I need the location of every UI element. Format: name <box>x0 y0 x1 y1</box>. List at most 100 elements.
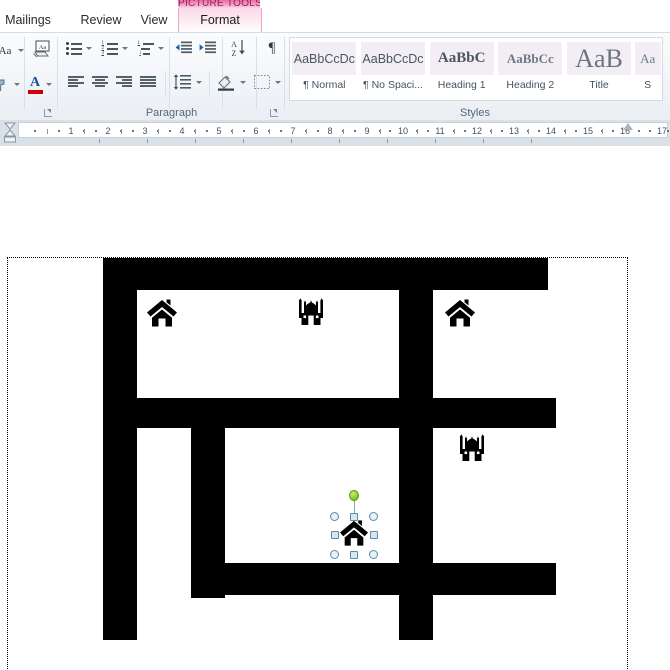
ribbon-group-paragraph: 123 1 i A Z ¶ Paragraph <box>58 33 285 121</box>
style-no-spacing-preview: AaBbCcDc <box>361 42 425 75</box>
svg-text:Z: Z <box>232 49 237 57</box>
svg-text:Aa: Aa <box>39 44 47 51</box>
contextual-tab-picture-tools[interactable]: PICTURE TOOLS <box>178 0 260 8</box>
multilevel-list-dropdown-icon[interactable] <box>156 43 166 53</box>
ruler-label-13: 13 <box>508 126 519 136</box>
style-heading-1-preview: AaBbC <box>429 42 494 75</box>
style-heading-1[interactable]: AaBbC Heading 1 <box>427 38 496 100</box>
style-title[interactable]: AaB Title <box>565 38 634 100</box>
ruler[interactable]: 1 2 3 4 5 6 7 8 9 10 11 12 13 14 15 16 1… <box>0 120 670 147</box>
road-lower-horizontal <box>191 563 556 595</box>
selection-handle-middle-left[interactable] <box>331 531 339 539</box>
paragraph-dialog-launcher[interactable] <box>270 109 279 118</box>
shading-icon[interactable] <box>215 72 237 92</box>
tab-view-label: View <box>140 13 168 27</box>
styles-gallery[interactable]: AaBbCcDc ¶ Normal AaBbCcDc ¶ No Spaci...… <box>289 37 663 101</box>
decrease-indent-icon[interactable] <box>174 39 194 57</box>
style-title-preview: AaB <box>567 42 632 75</box>
pilcrow-glyph: ¶ <box>268 39 276 56</box>
multilevel-list-icon[interactable]: 1 i <box>136 39 156 57</box>
poi-house-selected[interactable] <box>339 519 369 547</box>
styles-group-label: Styles <box>460 107 490 119</box>
format-painter-icon[interactable] <box>0 75 12 95</box>
ruler-label-11: 11 <box>435 126 445 136</box>
selection-handle-top-left[interactable] <box>330 512 339 521</box>
selection-handle-bottom-right[interactable] <box>369 550 378 559</box>
font-color-swatch <box>27 90 43 94</box>
style-subtitle[interactable]: Aa S <box>633 38 662 100</box>
line-spacing-dropdown-icon[interactable] <box>194 77 204 87</box>
ruler-label-2: 2 <box>105 126 111 136</box>
ribbon: Aa Aa A 1 2 3 1 i A Z ¶ Paragraph AaBbCc… <box>0 32 670 122</box>
style-heading-2-label: Heading 2 <box>506 79 555 91</box>
ruler-label-12: 12 <box>471 126 482 136</box>
ruler-label-10: 10 <box>397 126 408 136</box>
tab-format-label: Format <box>200 13 240 27</box>
style-no-spacing-label: ¶ No Spaci... <box>363 79 423 91</box>
tab-format[interactable]: Format <box>178 8 262 32</box>
tab-review-label: Review <box>80 13 122 27</box>
borders-dropdown-icon[interactable] <box>273 77 283 87</box>
font-dialog-launcher[interactable] <box>44 109 53 118</box>
tab-mailings-label: Mailings <box>5 13 51 27</box>
borders-icon[interactable] <box>252 73 272 91</box>
poi-house-top-right[interactable] <box>444 298 476 328</box>
mosque-icon <box>459 434 485 461</box>
style-normal[interactable]: AaBbCcDc ¶ Normal <box>290 38 359 100</box>
font-color-button[interactable]: A <box>24 73 46 97</box>
document-page[interactable] <box>0 146 670 670</box>
right-indent-marker[interactable] <box>623 123 633 130</box>
style-heading-1-label: Heading 1 <box>437 79 486 91</box>
format-painter-dropdown-icon[interactable] <box>12 79 22 89</box>
tab-review[interactable]: Review <box>68 8 134 32</box>
line-spacing-icon[interactable] <box>171 72 193 92</box>
tab-mailings[interactable]: Mailings <box>0 8 66 32</box>
road-bottom-stub-vertical <box>399 563 433 640</box>
align-left-icon[interactable] <box>66 73 86 91</box>
text-highlight-color-icon[interactable]: Aa <box>30 38 56 62</box>
font-color-dropdown-icon[interactable] <box>44 79 54 89</box>
selection-handle-bottom-left[interactable] <box>330 550 339 559</box>
style-subtitle-preview: Aa <box>634 42 661 75</box>
selection-handle-bottom-center[interactable] <box>350 551 358 559</box>
ruler-label-6: 6 <box>253 126 259 136</box>
pilcrow-icon[interactable]: ¶ <box>262 38 282 58</box>
numbered-list-icon[interactable]: 123 <box>100 39 120 57</box>
style-title-label: Title <box>589 79 609 91</box>
style-subtitle-label: S <box>644 79 652 91</box>
poi-mosque-mid-right[interactable] <box>457 433 487 463</box>
selection-handle-top-center[interactable] <box>350 513 358 521</box>
ruler-track[interactable]: 1 2 3 4 5 6 7 8 9 10 11 12 13 14 15 16 1… <box>18 122 669 138</box>
increase-indent-icon[interactable] <box>198 39 218 57</box>
tab-view[interactable]: View <box>128 8 180 32</box>
bullet-list-dropdown-icon[interactable] <box>84 43 94 53</box>
align-justify-icon[interactable] <box>138 73 158 91</box>
numbered-list-dropdown-icon[interactable] <box>120 43 130 53</box>
bullet-list-icon[interactable] <box>64 39 84 57</box>
shading-dropdown-icon[interactable] <box>238 77 248 87</box>
poi-house-top-left[interactable] <box>146 298 178 328</box>
house-icon <box>147 299 177 327</box>
sort-az-icon[interactable]: A Z <box>228 38 252 58</box>
align-right-icon[interactable] <box>114 73 134 91</box>
rotation-handle[interactable] <box>349 490 359 501</box>
selection-handle-top-right[interactable] <box>369 512 378 521</box>
ribbon-tab-strip: PICTURE TOOLS Mailings Review View Forma… <box>0 0 670 32</box>
ruler-label-15: 15 <box>582 126 593 136</box>
change-case-button[interactable]: Aa <box>0 41 16 61</box>
left-indent-marker[interactable] <box>2 122 18 144</box>
style-no-spacing[interactable]: AaBbCcDc ¶ No Spaci... <box>359 38 428 100</box>
road-mid-horizontal-left <box>103 398 433 428</box>
selection-handle-middle-right[interactable] <box>370 531 378 539</box>
ruler-label-14: 14 <box>545 126 556 136</box>
style-heading-2[interactable]: AaBbCc Heading 2 <box>496 38 565 100</box>
house-icon <box>445 299 475 327</box>
word-window: PICTURE TOOLS Mailings Review View Forma… <box>0 0 670 670</box>
paragraph-group-label: Paragraph <box>145 107 198 119</box>
street-map-drawing[interactable] <box>0 146 670 670</box>
ruler-label-5: 5 <box>216 126 222 136</box>
align-center-icon[interactable] <box>90 73 110 91</box>
poi-mosque-top-mid[interactable] <box>296 297 326 327</box>
svg-text:A: A <box>231 40 237 49</box>
ruler-label-4: 4 <box>179 126 185 136</box>
